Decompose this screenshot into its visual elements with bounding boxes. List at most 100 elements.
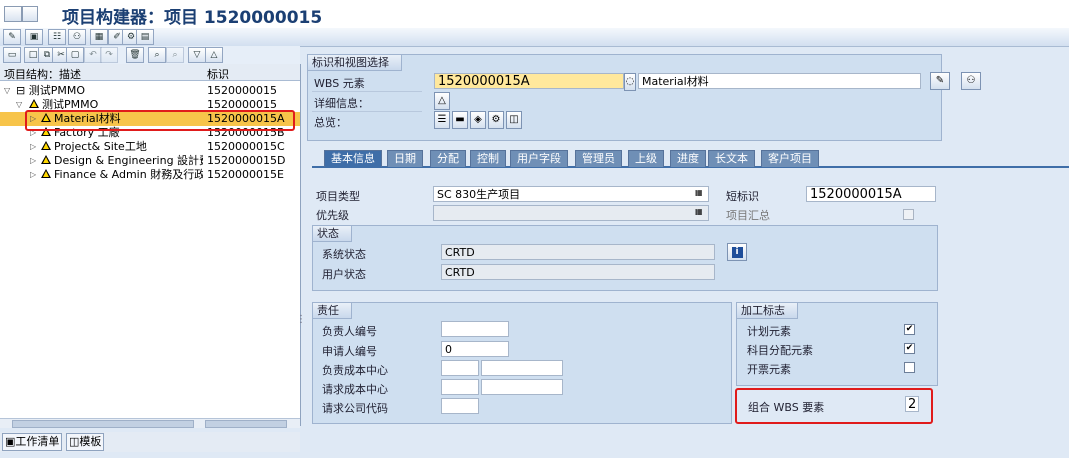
highlight-box [25,110,295,131]
tab-user-fields[interactable]: 用户字段 [510,150,568,167]
identification-group: 标识和视图选择 WBS 元素 1520000015A ◌ Material材料 … [307,54,981,141]
system-menu-icon[interactable] [4,6,22,22]
responsibility-group: 责任 负责人编号 申请人编号 0 负责成本中心 请求成本中心 请求公司代码 [312,302,732,424]
user-status-label: 用户状态 [322,268,366,281]
tab-administration[interactable]: 管理员 [575,150,622,167]
tree-row-label: Design & Engineering 設計費 [54,154,203,167]
req-cost-center-desc [481,379,563,395]
tree-row-design[interactable]: ▷ Design & Engineering 設計費 1520000015D [0,154,300,168]
info-icon[interactable]: i [727,243,747,261]
tree-row-label: Project& Site工地 [54,140,147,153]
tab-dates[interactable]: 日期 [387,150,423,167]
user-status-field: CRTD [441,264,715,280]
tab-customer-project[interactable]: 客户项目 [761,150,819,167]
splitter-grip-icon[interactable]: ⋮ [296,314,306,325]
project-summary-label: 项目汇总 [726,209,770,222]
edit-description-icon[interactable]: ✎ [930,72,950,90]
tab-basic-data[interactable]: 基本信息 [324,150,382,167]
worklist-icon: ▣ [5,435,16,448]
expand-icon[interactable]: ▷ [30,168,36,182]
acct-assignment-label: 科目分配元素 [747,344,813,357]
collapse-icon[interactable]: ▽ [16,98,22,112]
layout-menu-icon[interactable] [22,6,38,22]
wbs-element-icon [41,169,51,178]
tab-progress[interactable]: 进度 [670,150,706,167]
tree-row-id: 1520000015 [207,84,277,97]
print-icon[interactable]: ▤ [136,29,154,45]
delete-icon[interactable]: 🗑 [126,47,144,63]
wbs-description-input[interactable]: Material材料 [638,73,921,89]
responsible-number-input[interactable] [441,321,509,337]
find-next-icon[interactable]: ⌕ [166,47,184,63]
open-project-icon[interactable]: ▣ [25,29,43,45]
structure-icon[interactable]: ☷ [48,29,66,45]
req-cost-center-input[interactable] [441,379,479,395]
tab-worklist[interactable]: ▣工作清单 [2,433,63,451]
graphic-icon[interactable]: ▦ [90,29,108,45]
project-type-select[interactable]: SC 830生产项目 [433,186,709,202]
overview-diamond-icon[interactable]: ◈ [470,111,486,129]
sort-icon[interactable]: △ [205,47,223,63]
group-title: 标识和视图选择 [308,55,402,71]
redo-icon[interactable]: ↷ [100,47,118,63]
paste-icon[interactable]: ▢ [66,47,84,63]
tree-header-id: 标识 [207,68,229,81]
network-icon[interactable]: ⚇ [68,29,86,45]
expand-icon[interactable]: ▷ [30,140,36,154]
person-icon[interactable]: ⚇ [961,72,981,90]
tree-row-label: Finance & Admin 財務及行政費 [54,168,203,181]
filter-icon[interactable]: ▽ [188,47,206,63]
overview-label: 总览： [314,116,347,129]
detail-wbs-icon[interactable]: △ [434,92,450,110]
tree-row-project[interactable]: ▽ ⊟ 测试PMMO 1520000015 [0,84,300,98]
expand-icon[interactable]: ▷ [30,154,36,168]
tab-superior[interactable]: 上级 [628,150,664,167]
wbs-element-input[interactable]: 1520000015A [434,73,624,89]
operative-indicators-group: 加工标志 计划元素 ✔ 科目分配元素 ✔ 开票元素 [736,302,938,386]
find-icon[interactable]: ⌕ [148,47,166,63]
overview-structure-icon[interactable]: ☰ [434,111,450,129]
wbs-element-label: WBS 元素 [314,77,365,90]
short-id-input[interactable]: 1520000015A [806,186,936,202]
search-help-icon[interactable]: ◌ [624,73,636,91]
applicant-number-input[interactable]: 0 [441,341,509,357]
resp-cost-center-label: 负责成本中心 [322,364,388,377]
tab-long-text[interactable]: 长文本 [708,150,755,167]
detail-label: 详细信息： [314,97,369,110]
planning-element-checkbox[interactable]: ✔ [904,324,915,335]
overview-docs-icon[interactable]: ◫ [506,111,522,129]
highlight-box [735,388,933,424]
tab-assignments[interactable]: 分配 [430,150,466,167]
project-summary-checkbox[interactable] [903,209,914,220]
open-folder-icon[interactable]: ▭ [3,47,21,63]
overview-bar-icon[interactable]: ▬ [452,111,468,129]
display-change-icon[interactable]: ✎ [3,29,21,45]
dropdown-icon[interactable]: ▦ [695,188,703,197]
wbs-element-icon [41,141,51,150]
responsible-number-label: 负责人编号 [322,325,377,338]
billing-element-checkbox[interactable] [904,362,915,373]
overview-material-icon[interactable]: ⚙ [488,111,504,129]
priority-select[interactable] [433,205,709,221]
dropdown-icon[interactable]: ▦ [695,207,703,216]
acct-assignment-checkbox[interactable]: ✔ [904,343,915,354]
system-status-label: 系统状态 [322,248,366,261]
tab-control[interactable]: 控制 [470,150,506,167]
tree-row-finance[interactable]: ▷ Finance & Admin 財務及行政費 1520000015E [0,168,300,182]
planning-element-label: 计划元素 [747,325,791,338]
horizontal-scrollbar[interactable] [0,418,300,428]
template-icon: ◫ [69,435,80,448]
system-status-field: CRTD [441,244,715,260]
req-company-code-input[interactable] [441,398,479,414]
tree-row-id: 1520000015E [207,168,284,181]
tree-header: 项目结构：描述 标识 [0,64,300,81]
bottom-tab-strip: ▣工作清单 ◫模板 [0,432,300,452]
scrollbar-thumb[interactable] [205,420,287,428]
collapse-icon[interactable]: ▽ [4,84,10,98]
req-cost-center-label: 请求成本中心 [322,383,388,396]
tree-row-site[interactable]: ▷ Project& Site工地 1520000015C [0,140,300,154]
scrollbar-thumb[interactable] [12,420,194,428]
req-company-code-label: 请求公司代码 [322,402,388,415]
tab-template[interactable]: ◫模板 [66,433,105,451]
resp-cost-center-input[interactable] [441,360,479,376]
